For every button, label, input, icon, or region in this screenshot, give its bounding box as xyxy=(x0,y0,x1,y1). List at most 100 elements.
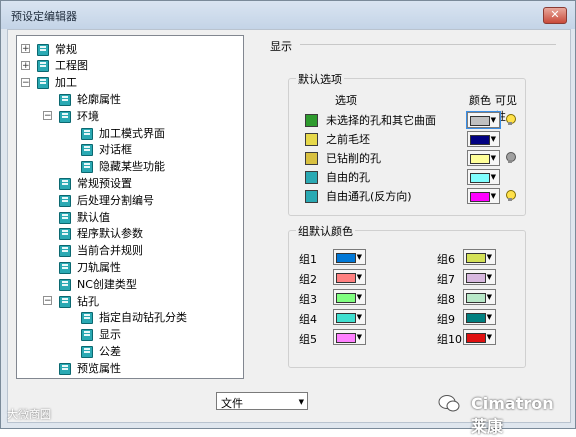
tree-item[interactable]: 当前合并规则 xyxy=(43,242,143,259)
expand-icon[interactable]: + xyxy=(21,44,30,54)
color-picker-button[interactable]: ▼ xyxy=(333,269,366,285)
tree-item[interactable]: 指定自动钻孔分类 xyxy=(65,309,187,326)
tree-item[interactable]: NC创建类型 xyxy=(43,275,137,292)
collapse-icon[interactable]: − xyxy=(21,77,30,87)
group-color-label: 组3 xyxy=(299,293,317,306)
chevron-down-icon: ▼ xyxy=(490,173,496,181)
default-option-row: 未选择的孔和其它曲面 xyxy=(305,111,436,129)
tree-item[interactable]: + 常规 xyxy=(21,40,77,57)
color-picker-button[interactable]: ▼ xyxy=(463,309,496,325)
option-label: 之前毛坯 xyxy=(326,133,370,146)
book-icon xyxy=(59,177,71,190)
color-picker-button[interactable]: ▼ xyxy=(333,289,366,305)
tree-item[interactable]: 后处理分割编号 xyxy=(43,191,154,208)
book-icon xyxy=(37,379,49,380)
file-dropdown[interactable]: 文件 ▼ xyxy=(216,392,308,410)
book-icon xyxy=(59,93,71,106)
group-color-label: 组2 xyxy=(299,273,317,286)
tree-item-label: 公差 xyxy=(99,344,121,358)
book-icon xyxy=(59,295,71,308)
tree-item[interactable]: 隐藏某些功能 xyxy=(65,158,165,175)
tree-item-label: 钻孔 xyxy=(77,294,99,308)
color-swatch xyxy=(466,273,486,283)
hole-type-icon xyxy=(305,189,318,203)
bulb-base xyxy=(508,198,512,201)
collapse-icon[interactable]: − xyxy=(43,296,52,306)
color-picker-button[interactable]: ▼ xyxy=(463,249,496,265)
category-tree[interactable]: + 常规 + 工程图 − 加工 轮廓属性 − 环境 加工模式界面 对话框 隐藏某些功能 常规预设置后处理… xyxy=(16,35,244,379)
color-picker-button[interactable]: ▼ xyxy=(333,309,366,325)
option-label: 已钻削的孔 xyxy=(326,152,381,165)
book-icon xyxy=(59,244,71,258)
collapse-icon[interactable]: − xyxy=(43,111,52,121)
chevron-down-icon: ▼ xyxy=(486,253,492,261)
book-icon xyxy=(59,278,71,291)
section-divider xyxy=(300,44,556,45)
color-picker-button[interactable]: ▼ xyxy=(463,269,496,285)
close-button[interactable]: ✕ xyxy=(543,7,567,24)
tree-item-label: 后处理分割编号 xyxy=(77,193,154,207)
default-options-group: 默认选项 选项 颜色 可见性 未选择的孔和其它曲面 ▼ 之前毛坯 ▼ 已钻削的孔 ▼ 自由的… xyxy=(288,71,526,216)
color-swatch xyxy=(466,333,486,343)
color-swatch xyxy=(466,293,486,303)
preset-editor-window: 预设定编辑器 ✕ + 常规 + 工程图 − 加工 轮廓属性 − 环境 加工模式界面 对话框 隐藏某些功… xyxy=(0,0,576,436)
bulb-on-icon[interactable] xyxy=(505,114,516,126)
hole-type-icon xyxy=(305,132,318,146)
color-picker-button[interactable]: ▼ xyxy=(463,289,496,305)
group-color-label: 组1 xyxy=(299,253,317,266)
book-icon xyxy=(59,110,71,123)
book-icon xyxy=(81,345,93,358)
color-picker-button[interactable]: ▼ xyxy=(467,169,500,185)
tree-item[interactable]: 刀轨属性 xyxy=(43,258,121,275)
tree-item[interactable]: 程序默认参数 xyxy=(43,225,143,242)
bulb-on-icon[interactable] xyxy=(505,190,516,202)
chevron-down-icon: ▼ xyxy=(356,333,362,341)
column-header-color: 颜色 xyxy=(469,94,491,107)
group-color-label: 组4 xyxy=(299,313,317,326)
tree-item[interactable]: 常规预设置 xyxy=(43,174,132,191)
tree-item[interactable]: − 环境 xyxy=(43,107,99,124)
chevron-down-icon: ▼ xyxy=(490,116,496,124)
tree-item[interactable]: − 钻孔 xyxy=(43,292,99,309)
group-color-label: 组9 xyxy=(437,313,455,326)
chevron-down-icon: ▼ xyxy=(486,313,492,321)
color-swatch xyxy=(336,273,356,283)
color-picker-button[interactable]: ▼ xyxy=(333,249,366,265)
color-picker-button[interactable]: ▼ xyxy=(463,329,496,345)
color-swatch xyxy=(470,192,490,202)
tree-item[interactable]: 轮廓属性 xyxy=(43,90,121,107)
default-option-row: 之前毛坯 xyxy=(305,130,370,148)
bulb-off-icon[interactable] xyxy=(505,152,516,164)
color-picker-button[interactable]: ▼ xyxy=(467,188,500,204)
group-color-label: 组8 xyxy=(437,293,455,306)
group-color-label: 组6 xyxy=(437,253,455,266)
option-label: 自由的孔 xyxy=(326,171,370,184)
expand-icon[interactable]: + xyxy=(21,60,30,70)
tree-item[interactable]: − 加工 xyxy=(21,74,77,91)
title-bar[interactable]: 预设定编辑器 ✕ xyxy=(1,1,575,29)
color-picker-button[interactable]: ▼ xyxy=(467,131,500,147)
default-option-row: 自由通孔(反方向) xyxy=(305,187,412,205)
color-picker-button[interactable]: ▼ xyxy=(467,150,500,166)
tree-item[interactable]: 加工模式界面 xyxy=(65,124,165,141)
tree-item[interactable]: + 工程图 xyxy=(21,57,88,74)
default-option-row: 已钻削的孔 xyxy=(305,149,381,167)
color-swatch xyxy=(466,253,486,263)
option-label: 未选择的孔和其它曲面 xyxy=(326,114,436,127)
color-swatch xyxy=(470,135,490,145)
tree-item[interactable]: 显示 xyxy=(65,326,121,343)
tree-item[interactable]: +建模 xyxy=(21,376,77,380)
group-color-label: 组7 xyxy=(437,273,455,286)
tree-item-label: 加工 xyxy=(55,76,77,90)
book-icon xyxy=(59,194,71,207)
chevron-down-icon: ▼ xyxy=(490,135,496,143)
tree-item[interactable]: 默认值 xyxy=(43,208,110,225)
tree-item-label: 程序默认参数 xyxy=(77,227,143,241)
tree-item[interactable]: 对话框 xyxy=(65,141,132,158)
chevron-down-icon: ▼ xyxy=(486,273,492,281)
color-picker-button[interactable]: ▼ xyxy=(333,329,366,345)
color-picker-button[interactable]: ▼ xyxy=(466,111,501,129)
tree-item[interactable]: 公差 xyxy=(65,342,121,359)
tree-item[interactable]: 预览属性 xyxy=(43,359,121,376)
wechat-icon xyxy=(438,395,460,412)
